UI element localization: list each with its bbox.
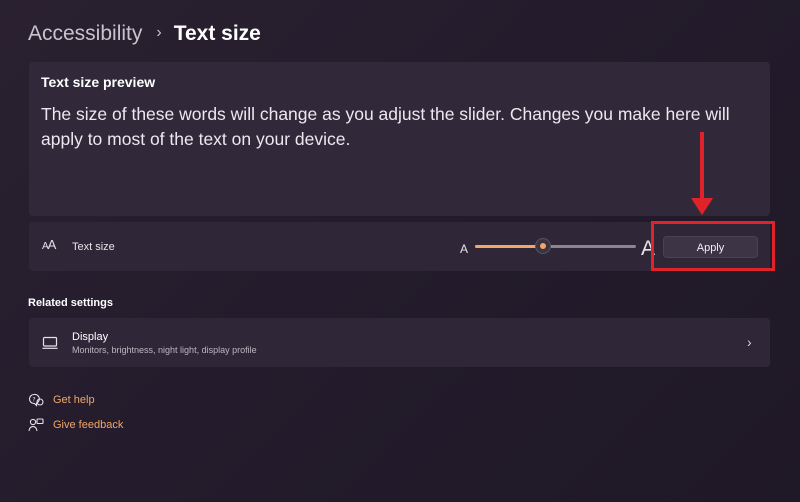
text-size-icon: AA bbox=[42, 237, 56, 252]
text-size-slider[interactable] bbox=[475, 239, 636, 253]
page-title: Text size bbox=[173, 22, 261, 45]
breadcrumb-separator: › bbox=[156, 24, 162, 41]
chevron-right-icon: › bbox=[747, 334, 752, 350]
display-settings-row[interactable]: Display Monitors, brightness, night ligh… bbox=[29, 318, 770, 367]
give-feedback-link[interactable]: Give feedback bbox=[28, 418, 123, 432]
breadcrumb-parent[interactable]: Accessibility bbox=[28, 22, 142, 46]
text-size-label: Text size bbox=[72, 241, 115, 253]
get-help-link[interactable]: ? Get help bbox=[28, 393, 95, 407]
feedback-icon bbox=[28, 418, 44, 432]
help-chat-icon: ? bbox=[28, 393, 44, 407]
slider-min-label: A bbox=[460, 242, 469, 256]
svg-text:?: ? bbox=[32, 396, 35, 403]
give-feedback-label[interactable]: Give feedback bbox=[53, 419, 123, 431]
annotation-highlight-box bbox=[651, 221, 775, 271]
preview-text: The size of these words will change as y… bbox=[41, 104, 730, 149]
slider-fill bbox=[475, 245, 543, 248]
breadcrumb: Accessibility › Text size bbox=[28, 20, 261, 48]
display-subtitle: Monitors, brightness, night light, displ… bbox=[72, 345, 257, 355]
annotation-arrow-head bbox=[691, 198, 713, 215]
annotation-arrow bbox=[700, 132, 704, 207]
related-settings-heading: Related settings bbox=[28, 297, 113, 309]
monitor-icon bbox=[42, 336, 58, 349]
preview-title: Text size preview bbox=[41, 74, 156, 90]
slider-thumb[interactable] bbox=[536, 239, 550, 253]
text-size-preview-card: Text size preview The size of these word… bbox=[29, 62, 770, 216]
display-title: Display bbox=[72, 331, 109, 343]
get-help-label[interactable]: Get help bbox=[53, 394, 95, 406]
